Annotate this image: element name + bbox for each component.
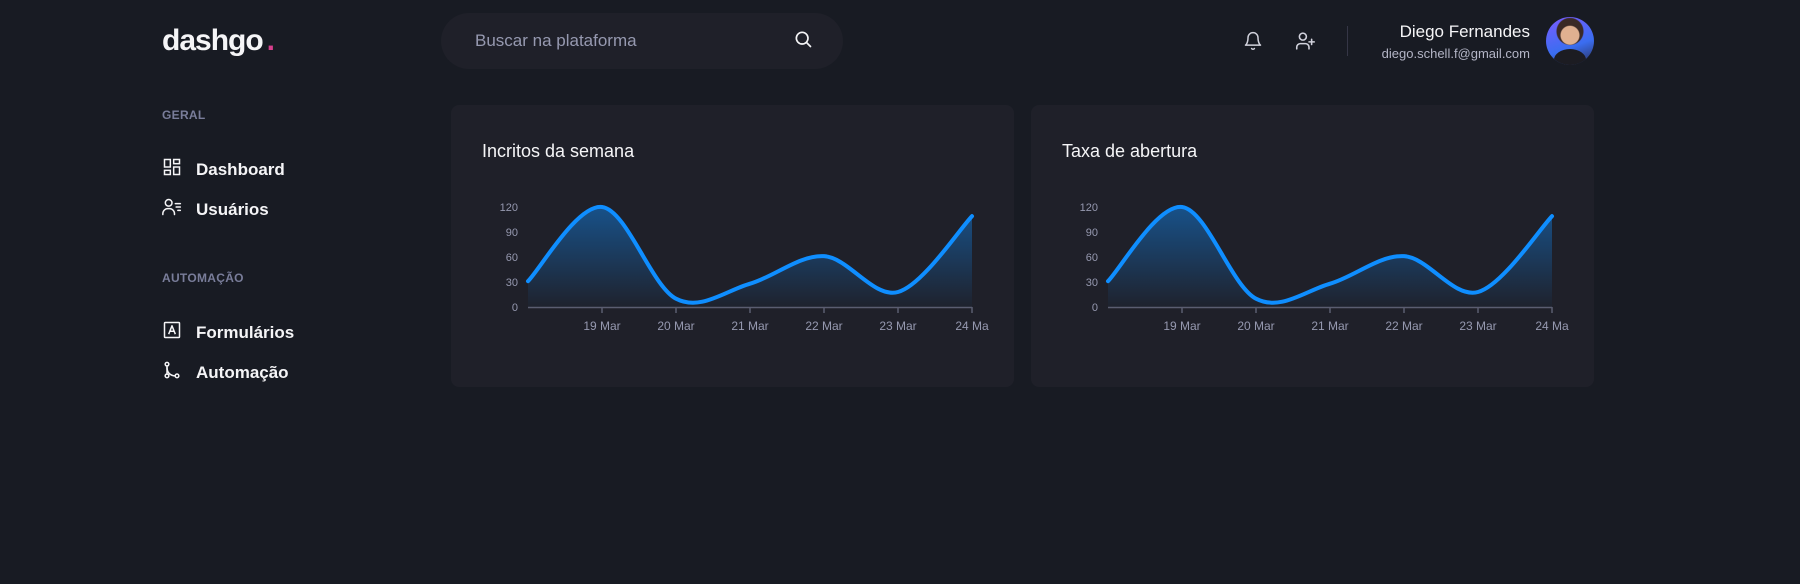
dashboard-icon — [162, 157, 182, 182]
avatar[interactable] — [1546, 17, 1594, 65]
y-tick-label: 0 — [512, 302, 518, 314]
sidebar-item-usuarios[interactable]: Usuários — [162, 197, 269, 222]
y-tick-label: 120 — [1080, 202, 1098, 214]
y-tick-label: 90 — [506, 227, 518, 239]
logo-text: dashgo — [162, 24, 264, 57]
x-tick-label: 23 Mar — [879, 319, 916, 333]
chart-card-abertura: Taxa de abertura 0 30 60 90 120 19 Mar 20 Mar 2… — [1031, 105, 1594, 387]
sidebar-item-label: Formulários — [196, 322, 295, 342]
user-add-icon[interactable] — [1294, 29, 1316, 53]
logo-dot: . — [266, 24, 275, 57]
users-icon — [162, 197, 182, 222]
x-tick-label: 20 Mar — [657, 319, 694, 333]
y-tick-label: 0 — [1092, 302, 1098, 314]
x-tick-label: 21 Mar — [731, 319, 768, 333]
form-icon — [162, 320, 182, 345]
x-tick-label: 23 Mar — [1459, 319, 1496, 333]
x-tick-label: 19 Mar — [1163, 319, 1200, 333]
search-icon[interactable] — [793, 29, 813, 54]
y-tick-label: 60 — [506, 252, 518, 264]
sidebar-item-dashboard[interactable]: Dashboard — [162, 157, 285, 182]
chart-area — [528, 206, 972, 307]
x-tick-label: 21 Mar — [1311, 319, 1348, 333]
search-bar — [441, 13, 843, 69]
search-input[interactable] — [475, 31, 793, 51]
sidebar-item-automacao[interactable]: Automação — [162, 360, 289, 385]
chart-area — [1108, 206, 1552, 307]
x-tick-label: 24 Ma — [955, 319, 989, 333]
bell-icon[interactable] — [1242, 29, 1264, 53]
x-tick-label: 20 Mar — [1237, 319, 1274, 333]
x-tick-label: 22 Mar — [805, 319, 842, 333]
sidebar-item-label: Usuários — [196, 199, 269, 219]
y-tick-label: 60 — [1086, 252, 1098, 264]
chart-svg: 0 30 60 90 120 19 Mar 20 Mar 21 Mar 22 Mar 23 Mar… — [500, 202, 989, 333]
sidebar-item-label: Automação — [196, 362, 289, 382]
logo[interactable]: dashgo. — [162, 24, 275, 58]
y-tick-label: 120 — [500, 202, 518, 214]
section-title-automacao: AUTOMAÇÃO — [162, 271, 244, 285]
user-email: diego.schell.f@gmail.com — [1381, 46, 1530, 61]
sidebar-item-formularios[interactable]: Formulários — [162, 320, 294, 345]
x-tick-label: 22 Mar — [1385, 319, 1422, 333]
y-tick-label: 90 — [1086, 227, 1098, 239]
git-merge-icon — [162, 360, 182, 385]
chart-card-inscritos: Incritos da semana 0 30 60 90 120 19 Mar 20 Ma… — [451, 105, 1014, 387]
sidebar-item-label: Dashboard — [196, 159, 285, 179]
x-tick-label: 24 Ma — [1535, 319, 1569, 333]
section-title-geral: GERAL — [162, 108, 206, 122]
y-tick-label: 30 — [1086, 277, 1098, 289]
header-divider — [1347, 26, 1348, 56]
user-name: Diego Fernandes — [1399, 22, 1530, 41]
header: dashgo. Diego Fernandes diego.schell.f@g… — [0, 0, 1800, 90]
chart-svg: 0 30 60 90 120 19 Mar 20 Mar 21 Mar 22 Mar 23 Mar… — [1080, 202, 1569, 333]
x-tick-label: 19 Mar — [583, 319, 620, 333]
y-tick-label: 30 — [506, 277, 518, 289]
